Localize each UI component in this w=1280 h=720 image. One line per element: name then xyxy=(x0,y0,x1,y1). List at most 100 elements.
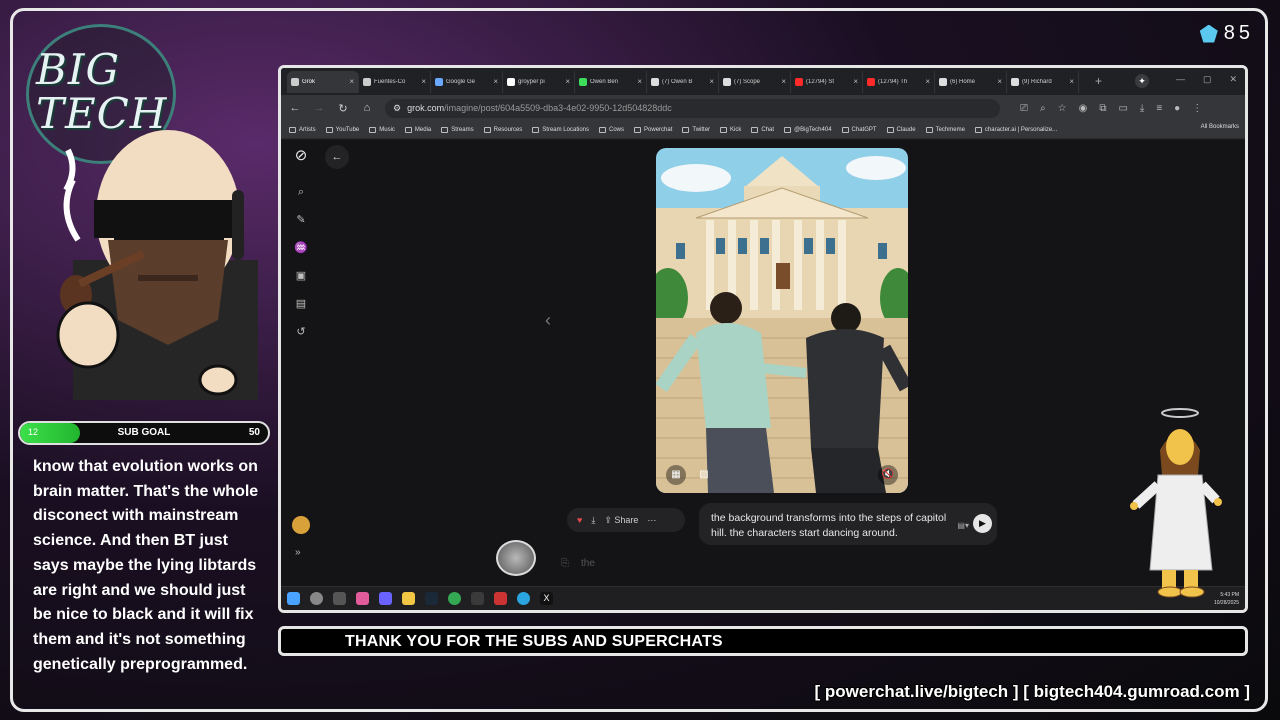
bookmark-item[interactable]: Cows xyxy=(599,126,624,133)
close-tab-icon[interactable]: × xyxy=(565,77,570,86)
tab-7[interactable]: (12794) St × xyxy=(791,70,863,93)
close-tab-icon[interactable]: × xyxy=(637,77,642,86)
options-dropdown-icon[interactable]: ▤▾ xyxy=(957,518,969,533)
bookmark-item[interactable]: @BigTech404 xyxy=(784,126,832,133)
maximize-icon[interactable]: ▢ xyxy=(1203,74,1212,85)
imagine-icon[interactable]: ▣ xyxy=(293,268,309,284)
bookmark-star-icon[interactable]: ☆ xyxy=(1058,103,1067,114)
grok-extension-icon[interactable]: ✦ xyxy=(1135,74,1149,88)
tab-4[interactable]: Owen Ben × xyxy=(575,70,647,93)
user-avatar[interactable] xyxy=(292,516,310,534)
share-button[interactable]: ⇪ Share xyxy=(604,515,638,526)
file-explorer-icon[interactable] xyxy=(402,592,415,605)
discord-icon[interactable] xyxy=(379,592,392,605)
voice-icon[interactable]: ♒ xyxy=(293,240,309,256)
back-icon[interactable]: ← xyxy=(289,102,301,114)
play-button[interactable]: ▶ xyxy=(973,514,992,533)
new-tab-button[interactable]: + xyxy=(1095,74,1102,88)
download-icon[interactable]: ⤓ xyxy=(591,515,595,526)
taskbar-search-icon[interactable] xyxy=(310,592,323,605)
windows-start-icon[interactable] xyxy=(287,592,300,605)
tab-3[interactable]: groyper pi × xyxy=(503,70,575,93)
copilot-icon[interactable] xyxy=(356,592,369,605)
site-info-icon[interactable]: ⚙ xyxy=(393,103,401,114)
close-tab-icon[interactable]: × xyxy=(421,77,426,86)
home-icon[interactable]: ⌂ xyxy=(361,102,373,114)
folder-icon xyxy=(841,126,849,133)
close-tab-icon[interactable]: × xyxy=(493,77,498,86)
all-bookmarks[interactable]: All Bookmarks xyxy=(1201,124,1239,130)
back-button[interactable]: ← xyxy=(325,145,349,169)
tab-0[interactable]: Grok × xyxy=(287,70,359,93)
x-app-icon[interactable]: X xyxy=(540,592,553,605)
reload-icon[interactable]: ↻ xyxy=(337,102,349,115)
google-icon xyxy=(507,77,515,86)
projects-icon[interactable]: ▤ xyxy=(293,296,309,312)
bookmark-item[interactable]: Powerchat xyxy=(634,126,672,133)
mute-icon[interactable]: 🔇 xyxy=(878,465,898,485)
profile-icon[interactable]: ● xyxy=(1174,103,1180,114)
bookmark-item[interactable]: Kick xyxy=(720,126,741,133)
history-icon[interactable]: ↺ xyxy=(293,324,309,340)
bookmark-item[interactable]: Claude xyxy=(886,126,916,133)
cast-icon[interactable]: ⎚ xyxy=(1020,103,1028,114)
bookmark-item[interactable]: Media xyxy=(404,126,431,133)
menu-icon[interactable]: ⋮ xyxy=(1192,103,1202,114)
close-tab-icon[interactable]: × xyxy=(709,77,714,86)
bookmark-item[interactable]: character.ai | Personalize... xyxy=(974,126,1057,133)
like-heart-icon[interactable]: ♥ xyxy=(577,515,582,525)
minimize-icon[interactable]: — xyxy=(1176,74,1185,85)
zoom-icon[interactable]: ⌕ xyxy=(1040,103,1046,114)
close-tab-icon[interactable]: × xyxy=(853,77,858,86)
bookmark-item[interactable]: Techmeme xyxy=(925,126,965,133)
close-tab-icon[interactable]: × xyxy=(997,77,1002,86)
telegram-icon[interactable] xyxy=(517,592,530,605)
extensions-puzzle-icon[interactable]: ⧉ xyxy=(1099,103,1106,114)
tab-1[interactable]: Fuentes-Co × xyxy=(359,70,431,93)
bookmark-item[interactable]: Twitter xyxy=(682,126,710,133)
tab-5[interactable]: (7) Owen B × xyxy=(647,70,719,93)
close-tab-icon[interactable]: × xyxy=(781,77,786,86)
tab-10[interactable]: (9) Richard × xyxy=(1007,70,1079,93)
close-window-icon[interactable]: ✕ xyxy=(1229,74,1237,85)
sidepanel-icon[interactable]: ▭ xyxy=(1118,103,1127,114)
bookmark-item[interactable]: Streams xyxy=(441,126,474,133)
tab-9[interactable]: (6) Home × xyxy=(935,70,1007,93)
close-tab-icon[interactable]: × xyxy=(1069,77,1074,86)
bookmark-item[interactable]: YouTube xyxy=(325,126,359,133)
new-chat-icon[interactable]: ✎ xyxy=(293,212,309,228)
prompt-input[interactable]: the xyxy=(581,558,595,569)
url-input[interactable]: ⚙ grok.com/imagine/post/604a5509-dba3-4e… xyxy=(385,98,1000,118)
media-icon[interactable]: ≡ xyxy=(1156,103,1162,114)
app-icon[interactable] xyxy=(494,592,507,605)
tab-6[interactable]: (7) Scope × xyxy=(719,70,791,93)
tab-2[interactable]: Google Ge × xyxy=(431,70,503,93)
bookmark-item[interactable]: Music xyxy=(369,126,395,133)
image-icon[interactable]: ▨ xyxy=(694,465,714,485)
forward-icon[interactable]: → xyxy=(313,102,325,114)
bookmark-item[interactable]: ChatGPT xyxy=(841,126,877,133)
grok-logo-icon[interactable]: ⊘ xyxy=(293,148,309,164)
bookmark-item[interactable]: Resources xyxy=(483,126,522,133)
close-tab-icon[interactable]: × xyxy=(349,77,354,86)
generated-video-frame[interactable]: ▦ ▨ 🔇 xyxy=(656,148,908,493)
tab-title: Google Ge xyxy=(446,78,476,85)
obs-icon[interactable] xyxy=(471,592,484,605)
download-icon[interactable]: ⤓ xyxy=(1140,103,1144,114)
previous-arrow-icon[interactable]: ‹ xyxy=(545,310,551,331)
tab-8[interactable]: (12794) Th × xyxy=(863,70,935,93)
steam-icon[interactable] xyxy=(425,592,438,605)
attach-icon[interactable]: ⎘ xyxy=(561,558,569,569)
prompt-input-row[interactable]: ⎘ the xyxy=(561,552,1061,574)
chrome-icon[interactable] xyxy=(448,592,461,605)
bookmark-item[interactable]: Artists xyxy=(289,126,316,133)
bookmark-item[interactable]: Stream Locations xyxy=(532,126,589,133)
extension-icon[interactable]: ◉ xyxy=(1079,103,1088,114)
frame-icon[interactable]: ▦ xyxy=(666,465,686,485)
task-view-icon[interactable] xyxy=(333,592,346,605)
close-tab-icon[interactable]: × xyxy=(925,77,930,86)
search-icon[interactable]: ⌕ xyxy=(293,184,309,200)
bookmark-item[interactable]: Chat xyxy=(751,126,774,133)
expand-sidebar-icon[interactable]: » xyxy=(295,547,301,558)
more-options-icon[interactable]: ⋯ xyxy=(647,515,656,526)
